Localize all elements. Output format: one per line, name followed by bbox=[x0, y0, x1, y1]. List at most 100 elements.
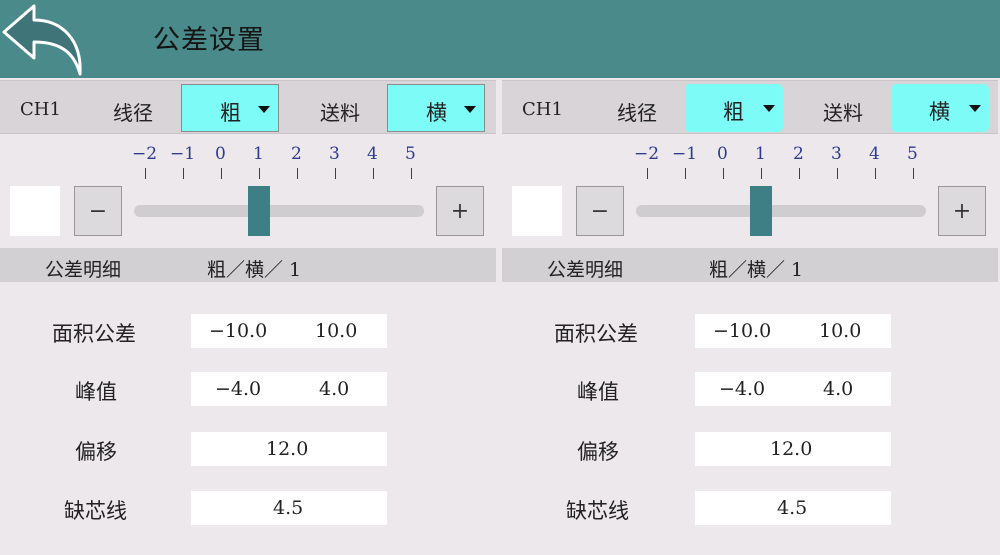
missing-core-value: 4.5 bbox=[777, 497, 808, 519]
tolerance-slider-track[interactable] bbox=[134, 205, 424, 217]
detail-title: 公差明细 bbox=[45, 259, 122, 281]
tick-mark bbox=[259, 168, 260, 179]
area-tolerance-field[interactable]: −10.0 10.0 bbox=[191, 314, 387, 348]
back-arrow-icon[interactable] bbox=[0, 0, 86, 78]
tick-mark bbox=[297, 168, 298, 179]
offset-value: 12.0 bbox=[266, 438, 309, 460]
header-bar: 公差设置 bbox=[0, 0, 1000, 78]
peak-field[interactable]: −4.0 4.0 bbox=[695, 372, 891, 406]
area-tolerance-max: 10.0 bbox=[819, 320, 862, 342]
tick-label: 5 bbox=[405, 144, 416, 164]
tolerance-slider-track[interactable] bbox=[636, 205, 926, 217]
offset-label: 偏移 bbox=[75, 440, 117, 464]
channel-panel-right: CH1 线径 粗 送料 横 −2 −1 0 1 2 3 4 5 − + 公差明细… bbox=[502, 80, 998, 555]
tick-label: 3 bbox=[329, 144, 340, 164]
decrease-button[interactable]: − bbox=[74, 186, 122, 236]
peak-label: 峰值 bbox=[577, 380, 619, 404]
tolerance-slider-handle[interactable] bbox=[750, 186, 772, 236]
wire-diameter-select[interactable]: 粗 bbox=[685, 84, 783, 132]
missing-core-field[interactable]: 4.5 bbox=[191, 491, 387, 525]
area-tolerance-min: −10.0 bbox=[713, 320, 772, 342]
tick-mark bbox=[837, 168, 838, 179]
offset-value: 12.0 bbox=[770, 438, 813, 460]
peak-max: 4.0 bbox=[319, 378, 350, 400]
detail-value: 粗／横／ 1 bbox=[709, 259, 804, 281]
feed-select[interactable]: 横 bbox=[891, 84, 989, 132]
tick-label: 1 bbox=[755, 144, 766, 164]
tick-label: 2 bbox=[793, 144, 804, 164]
wire-diameter-value: 粗 bbox=[723, 100, 744, 124]
feed-label: 送料 bbox=[320, 101, 360, 125]
color-indicator-box bbox=[10, 186, 60, 236]
missing-core-label: 缺芯线 bbox=[64, 499, 127, 523]
feed-value: 横 bbox=[426, 101, 447, 125]
increase-button[interactable]: + bbox=[938, 186, 986, 236]
tolerance-slider-handle[interactable] bbox=[248, 186, 270, 236]
missing-core-label: 缺芯线 bbox=[566, 499, 629, 523]
detail-bar: 公差明细 粗／横／ 1 bbox=[0, 248, 496, 282]
wire-diameter-select[interactable]: 粗 bbox=[181, 84, 279, 132]
tick-label: 0 bbox=[215, 144, 226, 164]
tick-label: 0 bbox=[717, 144, 728, 164]
peak-field[interactable]: −4.0 4.0 bbox=[191, 372, 387, 406]
tick-mark bbox=[145, 168, 146, 179]
offset-field[interactable]: 12.0 bbox=[191, 432, 387, 466]
missing-core-value: 4.5 bbox=[273, 497, 304, 519]
increase-button[interactable]: + bbox=[436, 186, 484, 236]
color-indicator-box bbox=[512, 186, 562, 236]
tick-label: 4 bbox=[869, 144, 880, 164]
tick-mark bbox=[647, 168, 648, 179]
area-tolerance-label: 面积公差 bbox=[554, 322, 638, 346]
tick-mark bbox=[411, 168, 412, 179]
app-window: 公差设置 CH1 线径 粗 送料 横 −2 −1 0 1 2 3 4 5 − +… bbox=[0, 0, 1000, 555]
peak-max: 4.0 bbox=[823, 378, 854, 400]
tick-mark bbox=[183, 168, 184, 179]
wire-diameter-label: 线径 bbox=[113, 101, 153, 125]
tick-label: −2 bbox=[634, 144, 660, 164]
area-tolerance-min: −10.0 bbox=[209, 320, 268, 342]
decrease-button[interactable]: − bbox=[576, 186, 624, 236]
tick-label: 4 bbox=[367, 144, 378, 164]
channel-label: CH1 bbox=[522, 99, 563, 120]
tick-label: −2 bbox=[132, 144, 158, 164]
feed-value: 横 bbox=[929, 100, 950, 124]
channel-panel-left: CH1 线径 粗 送料 横 −2 −1 0 1 2 3 4 5 − + 公差明细… bbox=[0, 80, 496, 555]
tick-label: 2 bbox=[291, 144, 302, 164]
control-bar: CH1 线径 粗 送料 横 bbox=[0, 80, 496, 134]
offset-field[interactable]: 12.0 bbox=[695, 432, 891, 466]
wire-diameter-value: 粗 bbox=[220, 101, 241, 125]
caret-down-icon bbox=[464, 106, 476, 113]
tick-label: 1 bbox=[253, 144, 264, 164]
tick-mark bbox=[875, 168, 876, 179]
tick-mark bbox=[221, 168, 222, 179]
detail-value: 粗／横／ 1 bbox=[207, 259, 302, 281]
tick-mark bbox=[723, 168, 724, 179]
area-tolerance-max: 10.0 bbox=[315, 320, 358, 342]
area-tolerance-field[interactable]: −10.0 10.0 bbox=[695, 314, 891, 348]
caret-down-icon bbox=[763, 105, 775, 112]
caret-down-icon bbox=[969, 105, 981, 112]
feed-select[interactable]: 横 bbox=[387, 84, 485, 132]
tick-mark bbox=[799, 168, 800, 179]
area-tolerance-label: 面积公差 bbox=[52, 322, 136, 346]
tick-mark bbox=[685, 168, 686, 179]
page-title: 公差设置 bbox=[153, 25, 265, 56]
detail-bar: 公差明细 粗／横／ 1 bbox=[502, 248, 998, 282]
tick-mark bbox=[373, 168, 374, 179]
caret-down-icon bbox=[258, 106, 270, 113]
tick-label: 3 bbox=[831, 144, 842, 164]
peak-min: −4.0 bbox=[719, 378, 766, 400]
tick-mark bbox=[335, 168, 336, 179]
peak-label: 峰值 bbox=[75, 380, 117, 404]
tick-mark bbox=[761, 168, 762, 179]
channel-label: CH1 bbox=[20, 99, 61, 120]
detail-title: 公差明细 bbox=[547, 259, 624, 281]
control-bar: CH1 线径 粗 送料 横 bbox=[502, 80, 998, 134]
wire-diameter-label: 线径 bbox=[617, 101, 657, 125]
tick-label: −1 bbox=[170, 144, 196, 164]
tick-label: 5 bbox=[907, 144, 918, 164]
missing-core-field[interactable]: 4.5 bbox=[695, 491, 891, 525]
peak-min: −4.0 bbox=[215, 378, 262, 400]
tick-mark bbox=[913, 168, 914, 179]
feed-label: 送料 bbox=[823, 101, 863, 125]
